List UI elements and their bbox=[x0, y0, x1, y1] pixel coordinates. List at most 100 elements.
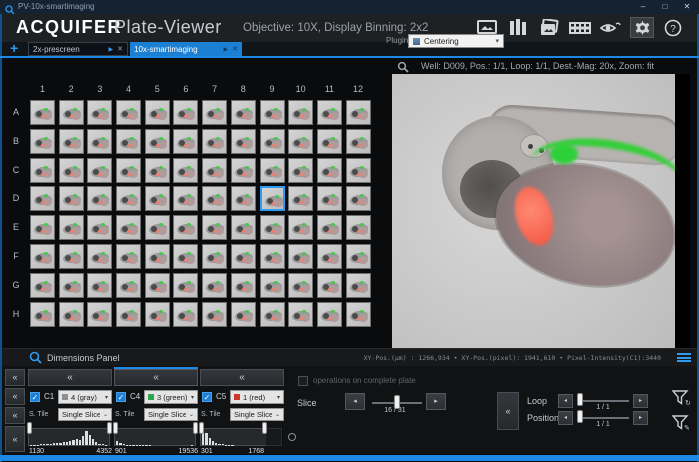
well-thumbnail-C10[interactable] bbox=[288, 158, 313, 183]
maximize-button[interactable]: □ bbox=[655, 0, 675, 13]
well-thumbnail-D2[interactable] bbox=[59, 186, 84, 211]
well-thumbnail-F5[interactable] bbox=[145, 244, 170, 269]
well-thumbnail-F8[interactable] bbox=[231, 244, 256, 269]
well-thumbnail-B10[interactable] bbox=[288, 129, 313, 154]
collapse-channel-button[interactable]: « bbox=[28, 369, 112, 386]
well-thumbnail-H11[interactable] bbox=[317, 302, 342, 327]
tab-close-icon[interactable]: ✕ bbox=[117, 45, 123, 53]
projection-dropdown[interactable]: Single Slice ⌄ bbox=[58, 408, 112, 421]
well-thumbnail-E5[interactable] bbox=[145, 215, 170, 240]
well-thumbnail-F4[interactable] bbox=[116, 244, 141, 269]
well-thumbnail-H9[interactable] bbox=[260, 302, 285, 327]
well-thumbnail-A5[interactable] bbox=[145, 100, 170, 125]
well-thumbnail-H7[interactable] bbox=[202, 302, 227, 327]
well-thumbnail-B9[interactable] bbox=[260, 129, 285, 154]
well-thumbnail-B6[interactable] bbox=[173, 129, 198, 154]
well-thumbnail-B12[interactable] bbox=[346, 129, 371, 154]
well-thumbnail-C5[interactable] bbox=[145, 158, 170, 183]
well-thumbnail-C11[interactable] bbox=[317, 158, 342, 183]
filter-loop-icon[interactable]: ↻ bbox=[671, 389, 691, 408]
well-thumbnail-A7[interactable] bbox=[202, 100, 227, 125]
well-thumbnail-F10[interactable] bbox=[288, 244, 313, 269]
well-thumbnail-B3[interactable] bbox=[87, 129, 112, 154]
collapse-channels-button[interactable]: « bbox=[5, 388, 25, 405]
well-thumbnail-F6[interactable] bbox=[173, 244, 198, 269]
well-thumbnail-G9[interactable] bbox=[260, 273, 285, 298]
collapse-loop-panel-button[interactable]: « bbox=[497, 392, 519, 430]
settings-gear-icon[interactable] bbox=[630, 17, 654, 38]
filter-position-icon[interactable]: ✎ bbox=[671, 414, 691, 433]
collapse-channel-button[interactable]: « bbox=[200, 369, 284, 386]
well-thumbnail-F9[interactable] bbox=[260, 244, 285, 269]
well-thumbnail-E4[interactable] bbox=[116, 215, 141, 240]
well-thumbnail-E10[interactable] bbox=[288, 215, 313, 240]
position-prev-button[interactable]: ◂ bbox=[558, 411, 573, 425]
max-intensity-handle[interactable] bbox=[107, 422, 112, 434]
well-thumbnail-E1[interactable] bbox=[30, 215, 55, 240]
well-thumbnail-E2[interactable] bbox=[59, 215, 84, 240]
well-thumbnail-B2[interactable] bbox=[59, 129, 84, 154]
well-thumbnail-H5[interactable] bbox=[145, 302, 170, 327]
well-thumbnail-G8[interactable] bbox=[231, 273, 256, 298]
collapse-channel-button[interactable]: « bbox=[114, 369, 198, 386]
well-thumbnail-A12[interactable] bbox=[346, 100, 371, 125]
min-intensity-handle[interactable] bbox=[27, 422, 32, 434]
well-thumbnail-B7[interactable] bbox=[202, 129, 227, 154]
well-thumbnail-C1[interactable] bbox=[30, 158, 55, 183]
lut-dropdown[interactable]: 1 (red) ▾ bbox=[230, 390, 284, 404]
tab-10x-smartimaging[interactable]: 10x-smartimaging ▶ ✕ bbox=[130, 42, 242, 56]
well-thumbnail-A6[interactable] bbox=[173, 100, 198, 125]
gallery-icon[interactable] bbox=[537, 17, 561, 38]
well-thumbnail-B1[interactable] bbox=[30, 129, 55, 154]
well-thumbnail-D6[interactable] bbox=[173, 186, 198, 211]
well-thumbnail-D9[interactable] bbox=[260, 186, 285, 211]
well-thumbnail-A8[interactable] bbox=[231, 100, 256, 125]
well-thumbnail-G4[interactable] bbox=[116, 273, 141, 298]
well-thumbnail-F1[interactable] bbox=[30, 244, 55, 269]
plugin-dropdown[interactable]: Centering ▾ bbox=[408, 34, 504, 48]
channel-checkbox[interactable]: ✓ bbox=[202, 392, 212, 402]
well-thumbnail-D3[interactable] bbox=[87, 186, 112, 211]
well-thumbnail-G5[interactable] bbox=[145, 273, 170, 298]
collapse-histogram-button[interactable]: « bbox=[5, 426, 25, 452]
filmstrip-icon[interactable] bbox=[568, 17, 592, 38]
well-thumbnail-H8[interactable] bbox=[231, 302, 256, 327]
well-thumbnail-E11[interactable] bbox=[317, 215, 342, 240]
slice-next-button[interactable]: ▸ bbox=[426, 393, 446, 410]
well-thumbnail-C4[interactable] bbox=[116, 158, 141, 183]
well-thumbnail-D12[interactable] bbox=[346, 186, 371, 211]
well-thumbnail-A4[interactable] bbox=[116, 100, 141, 125]
well-thumbnail-G6[interactable] bbox=[173, 273, 198, 298]
well-thumbnail-G3[interactable] bbox=[87, 273, 112, 298]
well-thumbnail-D8[interactable] bbox=[231, 186, 256, 211]
minimize-button[interactable]: – bbox=[633, 0, 653, 13]
well-thumbnail-C6[interactable] bbox=[173, 158, 198, 183]
well-thumbnail-D1[interactable] bbox=[30, 186, 55, 211]
well-thumbnail-B8[interactable] bbox=[231, 129, 256, 154]
well-thumbnail-H3[interactable] bbox=[87, 302, 112, 327]
projection-dropdown[interactable]: Single Slice ⌄ bbox=[230, 408, 284, 421]
well-thumbnail-B4[interactable] bbox=[116, 129, 141, 154]
well-thumbnail-C8[interactable] bbox=[231, 158, 256, 183]
well-thumbnail-B5[interactable] bbox=[145, 129, 170, 154]
help-icon[interactable]: ? bbox=[661, 17, 685, 38]
well-thumbnail-D4[interactable] bbox=[116, 186, 141, 211]
well-thumbnail-H10[interactable] bbox=[288, 302, 313, 327]
well-thumbnail-G1[interactable] bbox=[30, 273, 55, 298]
well-thumbnail-H12[interactable] bbox=[346, 302, 371, 327]
collapse-header-button[interactable]: « bbox=[5, 369, 25, 386]
well-thumbnail-E6[interactable] bbox=[173, 215, 198, 240]
add-tab-button[interactable]: + bbox=[10, 40, 18, 56]
well-thumbnail-G10[interactable] bbox=[288, 273, 313, 298]
well-thumbnail-E12[interactable] bbox=[346, 215, 371, 240]
well-thumbnail-F2[interactable] bbox=[59, 244, 84, 269]
well-thumbnail-E3[interactable] bbox=[87, 215, 112, 240]
max-intensity-handle[interactable] bbox=[193, 422, 198, 434]
max-intensity-handle[interactable] bbox=[262, 422, 267, 434]
lut-dropdown[interactable]: 3 (green) ▾ bbox=[144, 390, 198, 404]
tab-2x-prescreen[interactable]: 2x-prescreen ▶ ✕ bbox=[28, 42, 128, 56]
well-thumbnail-H2[interactable] bbox=[59, 302, 84, 327]
complete-plate-checkbox[interactable] bbox=[298, 376, 308, 386]
well-thumbnail-C7[interactable] bbox=[202, 158, 227, 183]
well-thumbnail-A2[interactable] bbox=[59, 100, 84, 125]
